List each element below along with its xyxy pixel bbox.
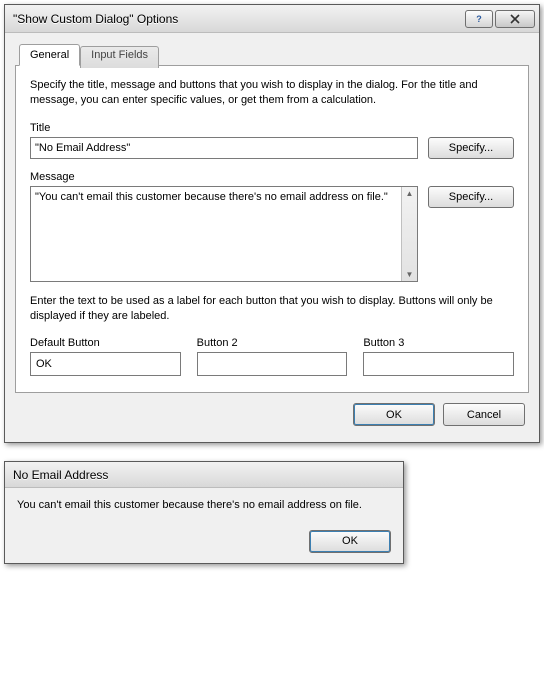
panel-description: Specify the title, message and buttons t… (30, 78, 514, 108)
options-window: "Show Custom Dialog" Options ? General I… (4, 4, 540, 443)
svg-text:?: ? (476, 14, 482, 24)
button-labels-row: Default Button Button 2 Button 3 (30, 337, 514, 376)
title-label: Title (30, 122, 514, 134)
titlebar: "Show Custom Dialog" Options ? (5, 5, 539, 33)
message-label: Message (30, 171, 514, 183)
button2-label: Button 2 (197, 337, 348, 349)
scroll-down-icon: ▼ (406, 270, 414, 279)
scroll-up-icon: ▲ (406, 189, 414, 198)
message-specify-button[interactable]: Specify... (428, 186, 514, 208)
default-button-label: Default Button (30, 337, 181, 349)
close-button[interactable] (495, 10, 535, 28)
client-area: General Input Fields Specify the title, … (5, 33, 539, 442)
button-help-text: Enter the text to be used as a label for… (30, 294, 514, 324)
result-dialog: No Email Address You can't email this cu… (4, 461, 404, 563)
cancel-button[interactable]: Cancel (443, 403, 525, 426)
title-input[interactable] (30, 137, 418, 159)
button2-input[interactable] (197, 352, 348, 376)
tab-strip: General Input Fields (15, 44, 529, 66)
help-icon: ? (474, 14, 484, 24)
help-button[interactable]: ? (465, 10, 493, 28)
result-title: No Email Address (13, 468, 399, 482)
close-icon (509, 14, 521, 24)
tab-input-fields[interactable]: Input Fields (80, 46, 159, 68)
window-title: "Show Custom Dialog" Options (13, 12, 465, 26)
tab-panel-general: Specify the title, message and buttons t… (15, 65, 529, 393)
result-message: You can't email this customer because th… (17, 498, 391, 513)
title-specify-button[interactable]: Specify... (428, 137, 514, 159)
button3-label: Button 3 (363, 337, 514, 349)
button3-input[interactable] (363, 352, 514, 376)
message-scrollbar[interactable]: ▲ ▼ (401, 187, 417, 281)
tab-general[interactable]: General (19, 44, 80, 66)
result-ok-button[interactable]: OK (309, 530, 391, 553)
titlebar-buttons: ? (465, 10, 535, 28)
default-button-input[interactable] (30, 352, 181, 376)
message-input-wrap: ▲ ▼ (30, 186, 418, 282)
ok-button[interactable]: OK (353, 403, 435, 426)
message-textarea[interactable] (31, 187, 401, 281)
result-titlebar: No Email Address (5, 462, 403, 488)
footer-buttons: OK Cancel (15, 393, 529, 432)
